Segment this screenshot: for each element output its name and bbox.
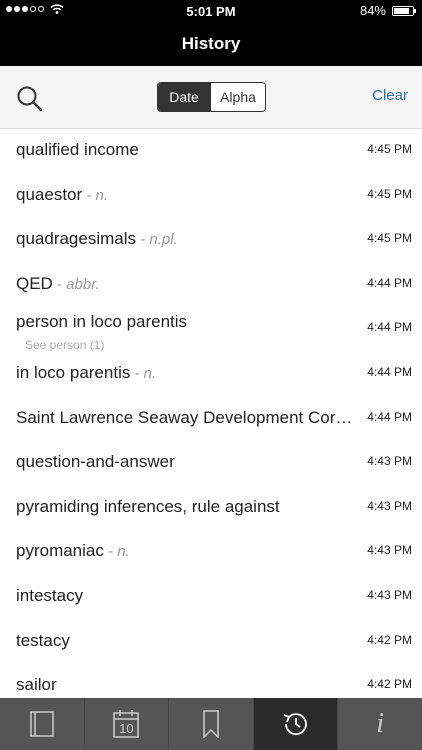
history-term: Saint Lawrence Seaway Development Corp… [16,408,361,428]
term-text: QED [16,273,53,293]
term-text: quadragesimals [16,229,137,249]
history-row[interactable]: in loco parentis - n. 4:44 PM [0,351,422,396]
term-text: quaestor [16,184,83,204]
lookup-time: 4:45 PM [367,231,412,246]
term-text: Saint Lawrence Seaway Development Corp… [16,407,361,427]
battery-icon [392,5,416,16]
term-text: pyramiding inferences, rule against [16,496,280,516]
status-time: 5:01 PM [186,4,236,19]
lookup-time: 4:44 PM [367,409,412,424]
lookup-time: 4:45 PM [367,186,412,201]
history-row[interactable]: testacy 4:42 PM [0,619,422,664]
tab-info[interactable]: i [338,698,422,750]
tab-bar: 10 i [0,698,422,750]
term-text: person in loco parentis [16,312,188,332]
history-term: pyromaniac - n. [16,541,130,561]
battery-area: 84% [359,3,416,18]
tab-dictionary[interactable] [0,698,85,750]
history-term: intestacy [16,586,83,606]
search-icon [17,86,43,112]
bookmark-icon [203,710,219,738]
term-text: intestacy [16,585,84,605]
history-term: in loco parentis - n. [16,363,156,383]
history-toolbar: Date Alpha Clear [0,66,422,129]
part-of-speech: - n. [130,364,157,382]
clear-button[interactable]: Clear [372,87,408,104]
calendar-day: 10 [119,721,134,736]
history-row[interactable]: pyromaniac - n. 4:43 PM [0,529,422,574]
nav-bar: History [0,22,422,66]
lookup-time: 4:43 PM [367,587,412,602]
part-of-speech: - abbr. [52,275,100,293]
lookup-time: 4:44 PM [367,275,412,290]
info-icon: i [376,708,385,739]
history-row[interactable]: person in loco parentis See person (1) 4:4… [0,306,422,352]
history-term: sailor [16,675,57,695]
history-term: pyramiding inferences, rule against [16,497,280,517]
term-text: sailor [16,675,57,695]
history-list: qualified income 4:45 PM quaestor - n. 4:45… [0,128,422,698]
book-icon [30,711,54,737]
page-title: History [181,34,241,53]
history-term: person in loco parentis [16,312,187,332]
term-text: testacy [16,630,70,650]
status-bar: 5:01 PM 84% [0,0,422,22]
history-row[interactable]: question-and-answer 4:43 PM [0,440,422,485]
history-row[interactable]: quaestor - n. 4:45 PM [0,173,422,218]
lookup-time: 4:43 PM [367,543,412,558]
part-of-speech: - n.pl. [136,231,178,249]
tab-history[interactable] [253,698,339,750]
history-row[interactable]: intestacy 4:43 PM [0,574,422,619]
history-term: quadragesimals - n.pl. [16,229,178,249]
history-term: QED - abbr. [16,274,100,294]
term-text: pyromaniac [16,541,104,561]
history-term: quaestor - n. [16,185,108,205]
lookup-time: 4:43 PM [367,498,412,513]
lookup-time: 4:42 PM [367,677,412,692]
history-term: testacy [16,631,70,651]
term-text: in loco parentis [16,362,131,382]
part-of-speech: - n. [103,543,130,561]
history-row[interactable]: sailor 4:42 PM [0,663,422,698]
part-of-speech: - n. [82,186,109,204]
sort-alpha-button[interactable]: Alpha [210,83,265,111]
tab-bookmarks[interactable] [169,698,254,750]
lookup-time: 4:45 PM [367,142,412,156]
tab-word-of-day[interactable]: 10 [85,698,170,750]
history-row[interactable]: pyramiding inferences, rule against 4:43 … [0,485,422,530]
battery-percent: 84% [359,3,386,18]
lookup-time: 4:44 PM [367,320,412,335]
history-row[interactable]: qualified income 4:45 PM [0,128,422,173]
lookup-time: 4:42 PM [367,632,412,647]
calendar-icon: 10 [113,709,140,739]
lookup-time: 4:43 PM [367,454,412,469]
sort-date-button[interactable]: Date [158,83,210,111]
search-button[interactable] [14,84,46,112]
history-row[interactable]: quadragesimals - n.pl. 4:45 PM [0,217,422,262]
sort-segmented-control: Date Alpha [157,82,266,112]
history-row[interactable]: Saint Lawrence Seaway Development Corp… 4… [0,396,422,441]
history-term: question-and-answer [16,452,175,472]
term-text: qualified income [16,140,139,159]
history-row[interactable]: QED - abbr. 4:44 PM [0,262,422,307]
lookup-time: 4:44 PM [367,364,412,379]
term-text: question-and-answer [16,452,175,472]
history-icon [283,713,307,736]
history-term: qualified income [16,140,139,160]
